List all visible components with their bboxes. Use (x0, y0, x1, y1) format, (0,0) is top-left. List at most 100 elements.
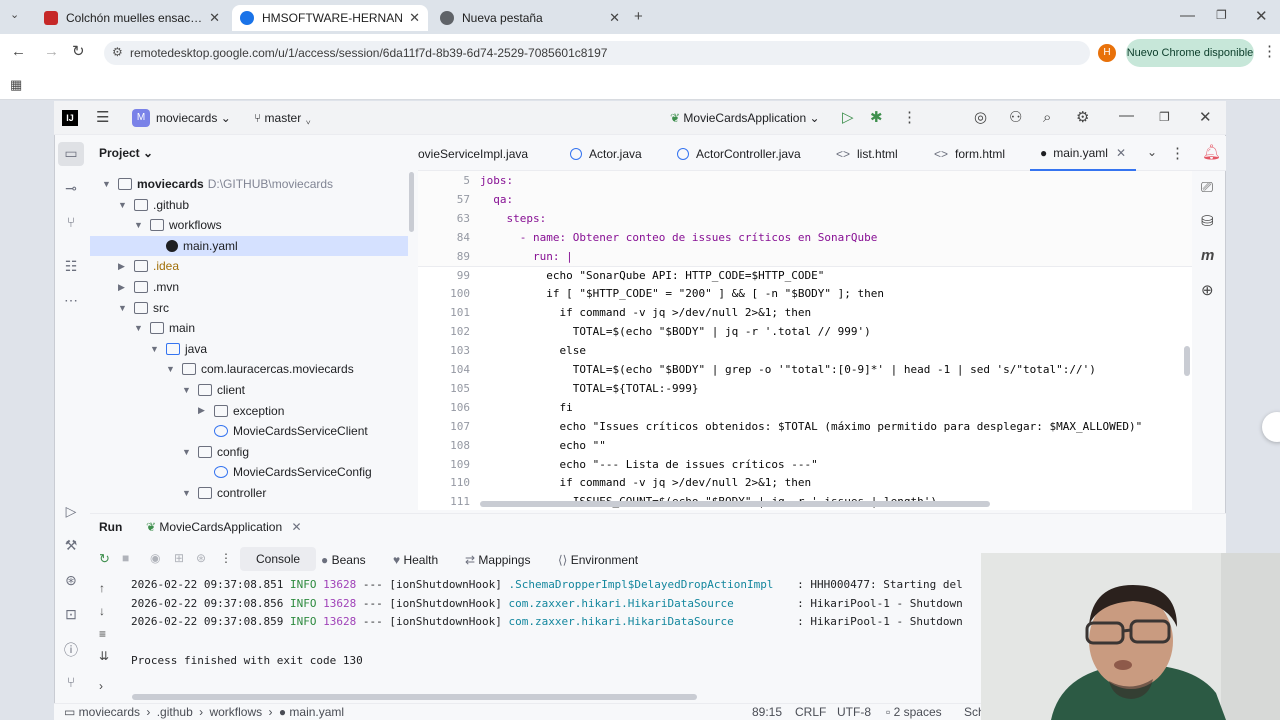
tab-actor[interactable]: Actor.java (570, 136, 642, 171)
run-config-tab[interactable]: ❦ MovieCardsApplication ✕ (146, 520, 302, 534)
sticky-code-line[interactable]: 89 run: | (418, 246, 1192, 266)
tree-item[interactable]: ▼ com.lauracercas.moviecards (90, 359, 408, 379)
tab-beans[interactable]: ● Beans (321, 553, 366, 567)
tree-item[interactable]: MovieCardsServiceClient (90, 421, 408, 441)
scroll-up-icon[interactable]: ↑ (99, 582, 105, 594)
address-bar[interactable]: ⚙ remotedesktop.google.com/u/1/access/se… (104, 41, 1090, 65)
tree-item[interactable]: MovieCardsServiceConfig (90, 462, 408, 482)
tree-item[interactable]: ▼ src (90, 298, 408, 318)
browser-tab-hmsoftware[interactable]: HMSOFTWARE-HERNAN ✕ (232, 5, 428, 31)
branch-switcher[interactable]: ⑂ master ⌄ (254, 111, 312, 125)
rerun-icon[interactable]: ↻ (99, 552, 110, 565)
tab-environment[interactable]: ⟨⟩ Environment (558, 553, 638, 567)
debug-icon[interactable]: ✱ (870, 110, 883, 125)
chevron-down-icon[interactable]: ▼ (182, 385, 194, 395)
database-icon[interactable]: ⛁ (1201, 214, 1214, 229)
minimize-icon[interactable]: — (1180, 8, 1195, 23)
chevron-down-icon[interactable]: ▼ (102, 179, 114, 189)
sticky-code-line[interactable]: 84 - name: Obtener conteo de issues crít… (418, 227, 1192, 247)
run-tool-icon[interactable]: ▷ (62, 503, 80, 521)
commit-icon[interactable]: ⊸ (62, 180, 80, 198)
close-icon[interactable]: ✕ (609, 10, 620, 26)
more-actions-icon[interactable]: ⋮ (902, 110, 917, 125)
ai-chat-icon[interactable]: ⎚ (1201, 180, 1213, 195)
profile-avatar[interactable]: H (1098, 44, 1116, 62)
close-window-icon[interactable]: ✕ (1199, 110, 1212, 125)
breadcrumb-item[interactable]: ▭ moviecards (64, 705, 140, 719)
sticky-code-line[interactable]: 63 steps: (418, 208, 1192, 228)
scroll-down-icon[interactable]: ↓ (99, 605, 105, 617)
remote-desktop-side-handle[interactable] (1262, 412, 1280, 442)
tree-scrollbar[interactable] (409, 172, 414, 232)
breadcrumb-item[interactable]: .github (157, 705, 193, 719)
close-icon[interactable]: ✕ (1116, 146, 1126, 160)
chevron-down-icon[interactable]: ▼ (134, 323, 146, 333)
tree-item[interactable]: ▼ moviecards D:\GITHUB\moviecards (90, 174, 408, 194)
apps-grid-icon[interactable]: ▦ (10, 78, 22, 91)
chevron-down-icon[interactable]: ▼ (182, 488, 194, 498)
tab-main-yaml[interactable]: ● main.yaml ✕ (1030, 136, 1136, 171)
ai-assistant-icon[interactable]: ◎ (974, 110, 987, 125)
code-line[interactable]: 100 if [ "$HTTP_CODE" = "200" ] && [ -n … (418, 284, 1192, 303)
problems-icon[interactable]: ⓘ (62, 640, 80, 658)
tab-form-html[interactable]: <> form.html (934, 136, 1005, 171)
code-line[interactable]: 103 else (418, 341, 1192, 360)
close-icon[interactable]: ✕ (291, 520, 301, 534)
chevron-right-icon[interactable]: ▶ (198, 405, 210, 416)
code-line[interactable]: 99 echo "SonarQube API: HTTP_CODE=$HTTP_… (418, 266, 1192, 285)
git-icon[interactable]: ⑂ (62, 674, 80, 692)
tab-console[interactable]: Console (240, 547, 317, 571)
expand-icon[interactable]: › (99, 680, 103, 692)
code-line[interactable]: 105 TOTAL=${TOTAL:-999} (418, 379, 1192, 398)
editor-vscrollbar[interactable] (1184, 346, 1190, 376)
tab-mappings[interactable]: ⇄ Mappings (465, 553, 530, 567)
more-tools-icon[interactable]: ⋯ (62, 292, 80, 310)
close-icon[interactable]: ✕ (209, 10, 220, 26)
log-logger[interactable]: com.zaxxer.hikari.HikariDataSource (509, 612, 791, 631)
code-line[interactable]: 109 echo "--- Lista de issues críticos -… (418, 455, 1192, 474)
services-icon[interactable]: ⊛ (62, 572, 80, 590)
project-panel-header[interactable]: Project ⌄ (99, 146, 153, 160)
search-icon[interactable]: ⌕ (1043, 110, 1051, 125)
log-logger[interactable]: com.zaxxer.hikari.HikariDataSource (509, 594, 791, 613)
scroll-to-end-icon[interactable]: ⇊ (99, 650, 109, 662)
tree-item[interactable]: ▶ exception (90, 401, 408, 421)
tree-item[interactable]: ▼ .github (90, 195, 408, 215)
tree-item[interactable]: ▼ config (90, 442, 408, 462)
chevron-down-icon[interactable]: ▼ (182, 447, 194, 457)
chevron-down-icon[interactable]: ▼ (118, 303, 130, 313)
tree-item[interactable]: ▼ controller (90, 483, 408, 503)
chevron-right-icon[interactable]: ▶ (118, 261, 130, 272)
tab-options-icon[interactable]: ⋮ (1170, 146, 1185, 161)
close-window-icon[interactable]: ✕ (1255, 9, 1268, 24)
soft-wrap-icon[interactable]: ≡ (99, 628, 106, 640)
chrome-update-button[interactable]: Nuevo Chrome disponible (1126, 39, 1254, 67)
tree-item[interactable]: ▼ client (90, 380, 408, 400)
code-line[interactable]: 106 fi (418, 398, 1192, 417)
stop-icon[interactable]: ■ (122, 552, 129, 564)
code-line[interactable]: 101 if command -v jq >/dev/null 2>&1; th… (418, 303, 1192, 322)
forward-icon[interactable]: → (44, 44, 59, 59)
code-line[interactable]: 108 echo "" (418, 436, 1192, 455)
site-info-icon[interactable]: ⚙ (112, 45, 123, 59)
main-menu-icon[interactable]: ☰ (96, 110, 109, 125)
tab-health[interactable]: ♥ Health (393, 553, 438, 567)
chevron-down-icon[interactable]: ▼ (118, 200, 130, 210)
pull-requests-icon[interactable]: ⑂ (62, 214, 80, 232)
chevron-right-icon[interactable]: ▶ (118, 282, 130, 293)
maximize-icon[interactable]: ❐ (1159, 111, 1170, 123)
tab-list-dropdown-icon[interactable]: ⌄ (1147, 146, 1157, 158)
settings-gear-icon[interactable]: ⚙ (1076, 110, 1089, 125)
tree-item[interactable]: ▼ main (90, 318, 408, 338)
sticky-code-line[interactable]: 5 jobs: (418, 171, 1192, 190)
code-line[interactable]: 104 TOTAL=$(echo "$BODY" | grep -o '"tot… (418, 360, 1192, 379)
maximize-icon[interactable]: ❐ (1216, 9, 1227, 21)
breadcrumb-item[interactable]: workflows (209, 705, 262, 719)
more-icon[interactable]: ⋮ (220, 552, 232, 564)
maven-icon[interactable]: m (1201, 248, 1214, 263)
code-line[interactable]: 102 TOTAL=$(echo "$BODY" | jq -r '.total… (418, 322, 1192, 341)
tab-search-icon[interactable]: ⌄ (10, 10, 19, 21)
sticky-code-line[interactable]: 57 qa: (418, 189, 1192, 209)
endpoints-icon[interactable]: ⊕ (1201, 283, 1214, 298)
close-icon[interactable]: ✕ (409, 10, 420, 26)
